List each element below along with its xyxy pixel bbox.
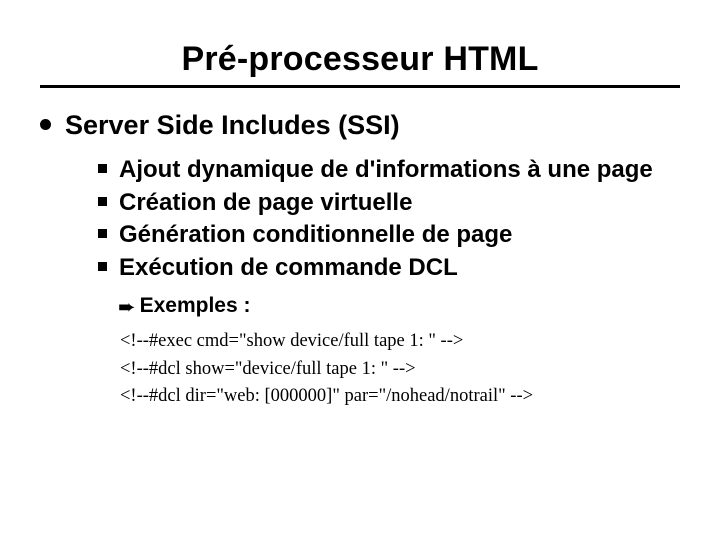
code-line: <!--#dcl dir="web: [000000]" par="/nohea… [120, 383, 680, 411]
code-line: <!--#dcl show="device/full tape 1: " --> [120, 356, 680, 384]
slide-title: Pré-processeur HTML [40, 40, 680, 79]
bullet-level-2: Ajout dynamique de d'informations à une … [98, 155, 680, 186]
bullet-level-2-text: Exécution de commande DCL [119, 253, 458, 284]
slide: Pré-processeur HTML Server Side Includes… [0, 0, 720, 540]
square-bullet-icon [98, 197, 107, 206]
bullet-level-3-text: Exemples : [140, 294, 251, 318]
bullet-level-2: Exécution de commande DCL [98, 253, 680, 284]
title-underline [40, 85, 680, 88]
square-bullet-icon [98, 262, 107, 271]
bullet-level-2-text: Ajout dynamique de d'informations à une … [119, 155, 653, 186]
code-examples: <!--#exec cmd="show device/full tape 1: … [120, 328, 680, 411]
bullet-level-1-text: Server Side Includes (SSI) [65, 110, 400, 141]
disc-bullet-icon [40, 119, 51, 130]
code-line: <!--#exec cmd="show device/full tape 1: … [120, 328, 680, 356]
bullet-level-1: Server Side Includes (SSI) [40, 110, 680, 141]
bullet-level-2: Génération conditionnelle de page [98, 220, 680, 251]
square-bullet-icon [98, 164, 107, 173]
bullet-level-2-text: Création de page virtuelle [119, 188, 412, 219]
square-bullet-icon [98, 229, 107, 238]
arrow-right-icon: ➨ [118, 295, 136, 320]
bullet-level-2: Création de page virtuelle [98, 188, 680, 219]
bullet-level-3: ➨ Exemples : [118, 294, 680, 320]
bullet-level-2-list: Ajout dynamique de d'informations à une … [98, 155, 680, 284]
bullet-level-2-text: Génération conditionnelle de page [119, 220, 512, 251]
